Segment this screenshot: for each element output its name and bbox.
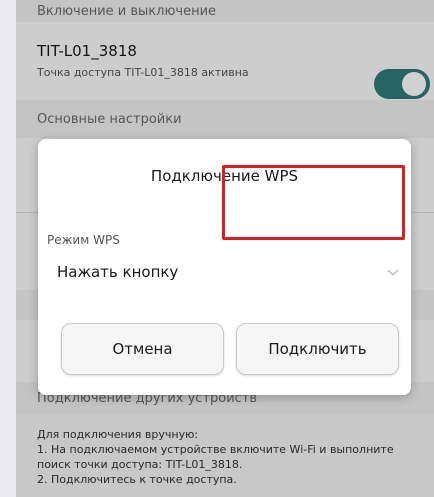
- wps-mode-select[interactable]: Нажать кнопку: [47, 257, 405, 287]
- cancel-button[interactable]: Отмена: [61, 323, 224, 375]
- connect-highlight-box: [222, 165, 405, 240]
- connect-button[interactable]: Подключить: [236, 323, 399, 375]
- wps-mode-value: Нажать кнопку: [57, 263, 179, 281]
- wps-mode-label: Режим WPS: [47, 233, 120, 247]
- chevron-down-icon: [387, 269, 399, 276]
- phone-screen: Включение и выключение TIT-L01_3818 Точк…: [16, 0, 434, 497]
